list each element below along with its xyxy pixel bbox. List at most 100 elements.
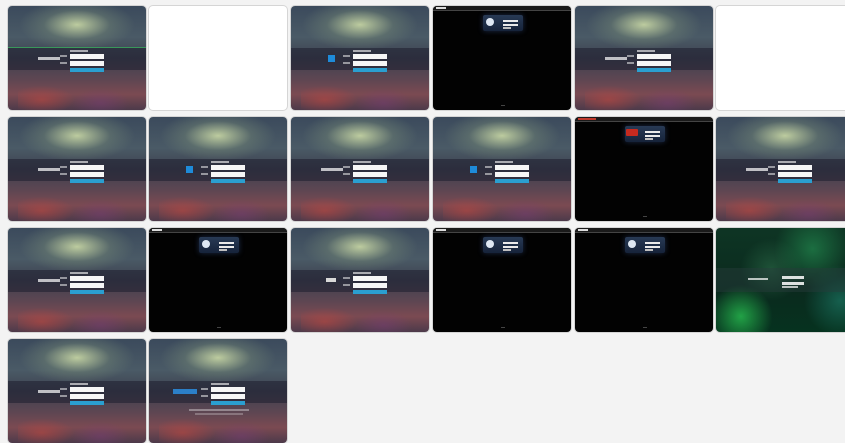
login-button [503, 249, 511, 251]
login-button [495, 179, 529, 183]
login-panel [199, 237, 239, 253]
footer-mark [501, 327, 505, 328]
login-heading [637, 50, 655, 52]
password-field [637, 61, 671, 66]
username-field [211, 165, 245, 170]
password-field [782, 282, 804, 285]
gallery-thumbnail-gradient[interactable] [291, 228, 429, 332]
field-caption [60, 284, 67, 286]
field-caption [343, 55, 350, 57]
password-field [70, 394, 104, 399]
field-caption [60, 277, 67, 279]
login-heading [495, 161, 513, 163]
field-caption [343, 62, 350, 64]
user-icon [486, 240, 494, 248]
gallery-thumbnail-gradient[interactable] [575, 6, 713, 110]
brand-label [38, 279, 60, 282]
password-field [353, 172, 387, 177]
footer-mark [643, 216, 647, 217]
username-field [645, 242, 660, 244]
field-caption [60, 62, 67, 64]
gallery-thumbnail-dark[interactable] [433, 228, 571, 332]
user-icon [202, 240, 210, 248]
brand-logo [152, 229, 162, 231]
field-caption [60, 173, 67, 175]
login-panel [625, 237, 665, 253]
field-caption [60, 166, 67, 168]
top-bar [575, 117, 713, 122]
username-field [778, 165, 812, 170]
login-heading [211, 383, 229, 385]
gallery-thumbnail-blank[interactable] [716, 6, 845, 110]
gallery-thumbnail-gradient[interactable] [8, 6, 146, 110]
brand-label [38, 168, 60, 171]
login-button [353, 179, 387, 183]
brand-logo [578, 229, 588, 231]
username-field [353, 276, 387, 281]
brand-logo [436, 7, 446, 9]
gallery-thumbnail-gradient[interactable] [8, 117, 146, 221]
field-caption [485, 166, 492, 168]
password-field [353, 283, 387, 288]
login-button [645, 249, 653, 251]
password-field [495, 172, 529, 177]
login-button [70, 401, 104, 405]
login-button [353, 290, 387, 294]
password-field [645, 135, 660, 137]
gallery-thumbnail-green[interactable] [716, 228, 845, 332]
username-field [645, 131, 660, 133]
gallery-thumbnail-gradient[interactable] [291, 6, 429, 110]
user-icon [486, 18, 494, 26]
top-bar [433, 228, 571, 233]
gallery-thumbnail-gradient[interactable] [8, 228, 146, 332]
password-field [211, 172, 245, 177]
password-field [219, 246, 234, 248]
brand-label [605, 57, 627, 60]
field-caption [627, 62, 634, 64]
field-caption [201, 173, 208, 175]
gallery-thumbnail-gradient[interactable] [433, 117, 571, 221]
password-field [353, 61, 387, 66]
username-field [503, 20, 518, 22]
gallery-thumbnail-gradient[interactable] [8, 339, 146, 443]
gallery-thumbnail-dark[interactable] [433, 6, 571, 110]
logo-icon [470, 166, 477, 173]
highlight-line [8, 47, 146, 48]
username-field [782, 276, 804, 279]
password-field [645, 246, 660, 248]
login-heading [353, 161, 371, 163]
user-icon [628, 240, 636, 248]
gallery-thumbnail-gradient[interactable] [149, 339, 287, 443]
login-button [778, 179, 812, 183]
gallery-thumbnail-dark[interactable] [149, 228, 287, 332]
login-button [645, 138, 653, 140]
login-heading [70, 161, 88, 163]
brand-logo [578, 118, 596, 120]
footer-mark [217, 327, 221, 328]
gallery-thumbnail-gradient[interactable] [149, 117, 287, 221]
field-caption [343, 166, 350, 168]
brand-label [321, 168, 343, 171]
logo-icon [173, 389, 197, 394]
footer-text [195, 413, 243, 415]
login-button [211, 179, 245, 183]
gallery-thumbnail-dark[interactable] [575, 228, 713, 332]
gallery-thumbnail-dark[interactable] [575, 117, 713, 221]
login-heading [778, 161, 796, 163]
gallery-thumbnail-gradient[interactable] [716, 117, 845, 221]
logo-icon [326, 278, 336, 282]
username-field [70, 387, 104, 392]
login-button [637, 68, 671, 72]
login-button [70, 179, 104, 183]
gallery-thumbnail-gradient[interactable] [291, 117, 429, 221]
logo-icon [626, 129, 638, 136]
password-field [211, 394, 245, 399]
field-caption [768, 173, 775, 175]
login-heading [353, 50, 371, 52]
gallery-thumbnail-blank[interactable] [149, 6, 287, 110]
field-caption [343, 277, 350, 279]
brand-logo [436, 229, 446, 231]
login-band [716, 268, 845, 292]
username-field [503, 242, 518, 244]
top-bar [149, 228, 287, 233]
